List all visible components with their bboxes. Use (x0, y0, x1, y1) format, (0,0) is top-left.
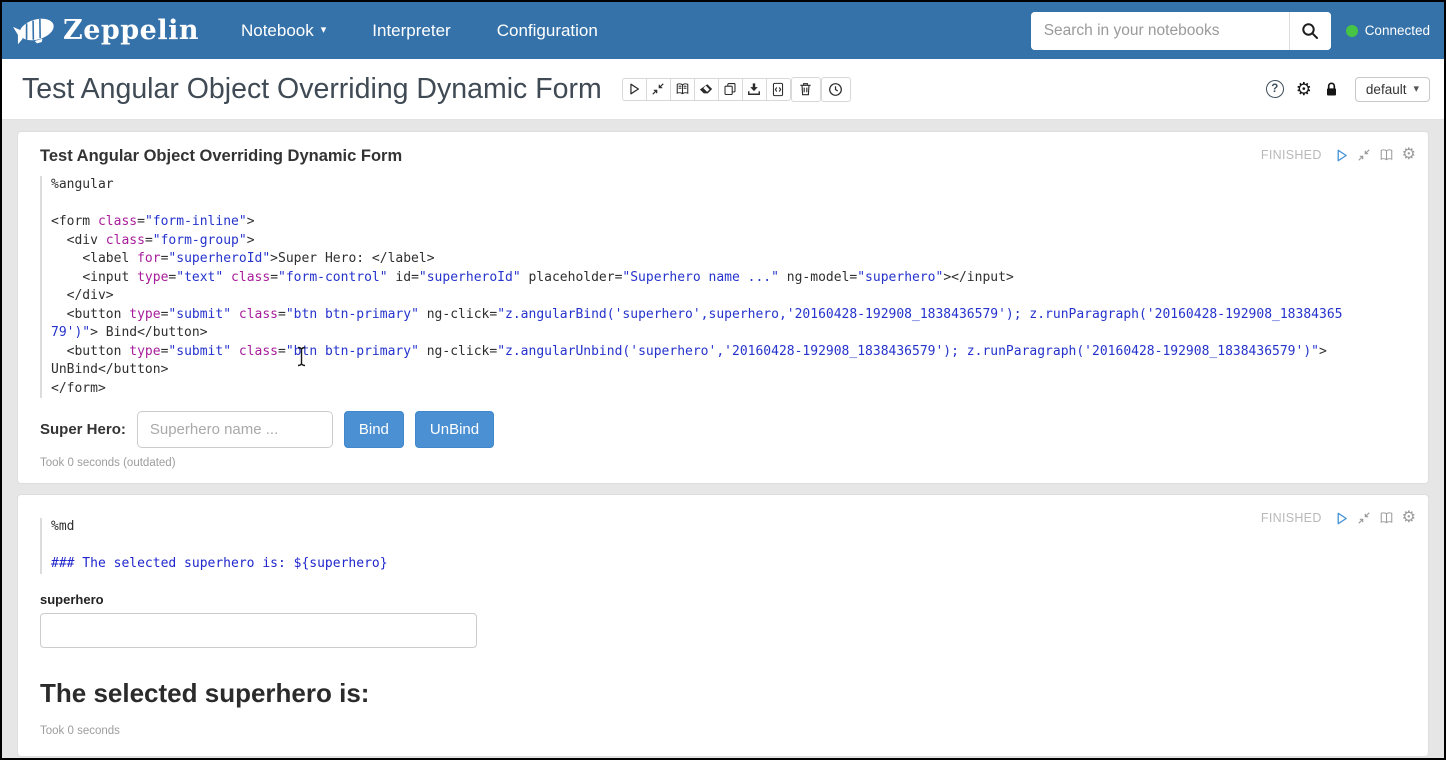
chevron-down-icon: ▾ (321, 25, 327, 36)
code-line: <button type="submit" class="btn btn-pri… (51, 306, 1347, 343)
collapse-arrows-icon (651, 82, 665, 96)
menu-interpreter[interactable]: Interpreter (372, 21, 450, 41)
trash-icon (798, 81, 813, 97)
code-file-icon (771, 82, 785, 97)
menu-configuration-label: Configuration (497, 21, 598, 41)
paragraph-status: FINISHED (1261, 148, 1322, 162)
connected-dot-icon (1346, 25, 1358, 37)
collapse-paragraph-button[interactable] (1357, 148, 1371, 162)
scheduler-button[interactable] (821, 77, 851, 102)
note-body: FINISHED ⚙ Test Angular Object Overridin… (2, 120, 1444, 760)
paragraph-elapsed-time: Took 0 seconds (40, 725, 1418, 737)
code-line: </div> (51, 287, 1347, 306)
note-action-bar: Test Angular Object Overriding Dynamic F… (2, 59, 1444, 120)
unbind-button[interactable]: UnBind (415, 411, 494, 448)
collapse-paragraph-button[interactable] (1357, 511, 1371, 525)
toggle-editor-button[interactable] (1379, 511, 1394, 525)
paragraph-settings-gear-icon[interactable]: ⚙ (1402, 147, 1416, 163)
code-line: %md (51, 518, 1347, 537)
notebook-search (1031, 12, 1331, 50)
brand-name: Zeppelin (63, 15, 199, 46)
clear-output-button[interactable] (694, 78, 719, 101)
play-icon (627, 82, 641, 96)
eraser-icon (699, 82, 713, 96)
paragraph-controls: FINISHED ⚙ (1261, 510, 1416, 526)
code-editor-angular[interactable]: %angular <form class="form-inline"> <div… (40, 176, 1418, 398)
book-icon (675, 82, 690, 96)
markdown-result-heading: The selected superhero is: (40, 678, 1418, 709)
zeppelin-logo-icon (12, 10, 58, 52)
paragraph-title: Test Angular Object Overriding Dynamic F… (40, 145, 1418, 166)
code-line: ### The selected superhero is: ${superhe… (51, 555, 1347, 574)
clock-icon (828, 82, 843, 97)
clone-note-button[interactable] (718, 78, 743, 101)
code-line: <div class="form-group"> (51, 232, 1347, 251)
navbar: Zeppelin Notebook ▾ Interpreter Configur… (2, 2, 1444, 59)
paragraph-status: FINISHED (1261, 511, 1322, 525)
search-button[interactable] (1289, 12, 1331, 50)
interpreter-binding-label: default (1366, 82, 1407, 97)
paragraph-angular-form: FINISHED ⚙ Test Angular Object Overridin… (17, 131, 1429, 484)
note-settings-gear-icon[interactable]: ⚙ (1296, 80, 1312, 98)
search-icon (1301, 22, 1319, 40)
interpreter-binding-button[interactable]: default ▾ (1355, 77, 1430, 102)
menu-notebook[interactable]: Notebook ▾ (241, 21, 326, 41)
download-icon (747, 82, 761, 96)
paragraph-settings-gear-icon[interactable]: ⚙ (1402, 510, 1416, 526)
code-line: </form> (51, 380, 1347, 399)
run-paragraph-button[interactable] (1334, 148, 1349, 163)
collapse-paragraphs-button[interactable] (646, 78, 671, 101)
connection-status-label: Connected (1365, 23, 1430, 38)
paragraph-elapsed-time: Took 0 seconds (outdated) (40, 457, 1418, 469)
export-note-button[interactable] (742, 78, 767, 101)
superhero-output-input[interactable] (40, 613, 477, 648)
code-line: <label for="superheroId">Super Hero: </l… (51, 250, 1347, 269)
zeppelin-app: Zeppelin Notebook ▾ Interpreter Configur… (0, 0, 1446, 760)
toggle-editor-button[interactable] (1379, 148, 1394, 162)
code-line: <input type="text" class="form-control" … (51, 269, 1347, 288)
dynamic-form-output: Super Hero: Bind UnBind (40, 411, 1418, 448)
chevron-down-icon: ▾ (1413, 84, 1419, 95)
note-toolbar (622, 78, 791, 101)
code-line: UnBind</button> (51, 361, 1347, 380)
code-line: <button type="submit" class="btn btn-pri… (51, 343, 1347, 362)
search-input[interactable] (1031, 12, 1289, 50)
paragraph-controls: FINISHED ⚙ (1261, 147, 1416, 163)
menu-interpreter-label: Interpreter (372, 21, 450, 41)
navbar-right: Connected (1031, 12, 1430, 50)
bind-button[interactable]: Bind (344, 411, 404, 448)
toggle-code-button[interactable] (670, 78, 695, 101)
brand-home-link[interactable]: Zeppelin (12, 10, 199, 52)
code-line: %angular (51, 176, 1347, 195)
superhero-name-input[interactable] (137, 411, 333, 448)
run-all-paragraphs-button[interactable] (622, 78, 647, 101)
code-line: <form class="form-inline"> (51, 213, 1347, 232)
connection-status: Connected (1346, 23, 1430, 38)
clone-pages-icon (723, 82, 737, 96)
version-control-button[interactable] (766, 78, 791, 101)
paragraph-markdown: FINISHED ⚙ %md ### The selected superher… (17, 494, 1429, 757)
main-menu: Notebook ▾ Interpreter Configuration (241, 21, 598, 41)
superhero-output-label: superhero (40, 592, 1418, 607)
code-line (51, 537, 1347, 556)
menu-configuration[interactable]: Configuration (497, 21, 598, 41)
help-icon[interactable]: ? (1266, 80, 1284, 98)
code-editor-markdown[interactable]: %md ### The selected superhero is: ${sup… (40, 518, 1418, 574)
code-line (51, 195, 1347, 214)
note-header-right: ? ⚙ default ▾ (1266, 77, 1430, 102)
menu-notebook-label: Notebook (241, 21, 314, 41)
superhero-form-label: Super Hero: (40, 421, 126, 438)
run-paragraph-button[interactable] (1334, 511, 1349, 526)
delete-note-button[interactable] (791, 77, 821, 102)
lock-icon[interactable] (1324, 81, 1339, 98)
note-title: Test Angular Object Overriding Dynamic F… (22, 73, 602, 106)
